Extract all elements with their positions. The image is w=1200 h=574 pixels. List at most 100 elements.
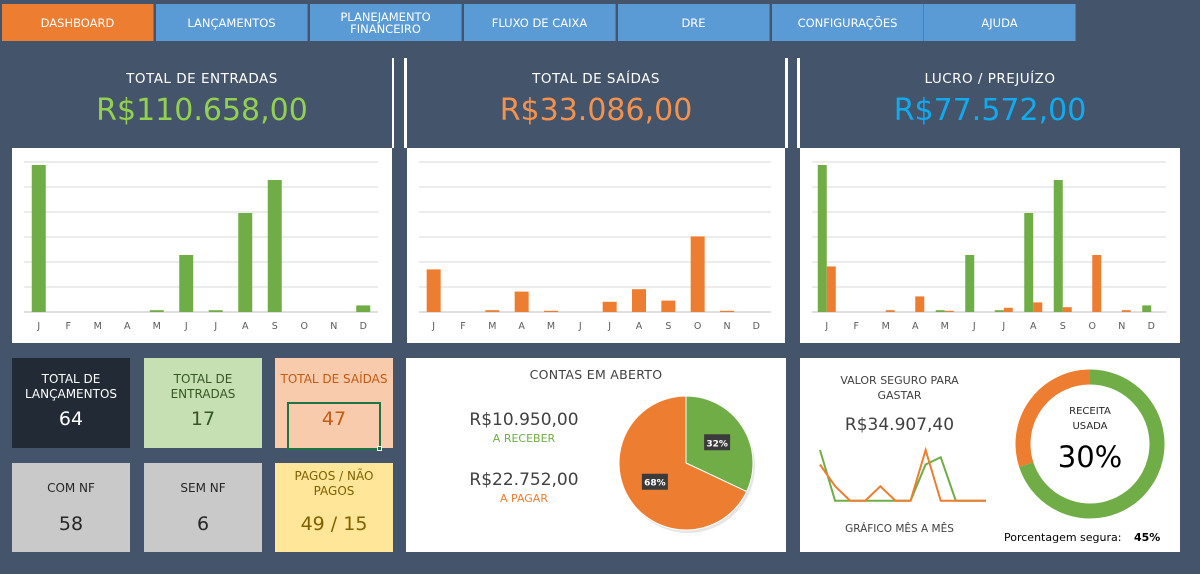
month-tick-label: A	[912, 321, 919, 332]
bar	[1062, 307, 1072, 312]
lucro-panel: LUCRO / PREJUÍZO R$77.572,00	[800, 58, 1180, 148]
bar	[915, 296, 925, 312]
kpi-title: SEM NF	[180, 481, 226, 495]
month-tick-label: J	[184, 321, 188, 332]
tab-ajuda[interactable]: AJUDA	[924, 4, 1076, 41]
bar	[1092, 255, 1102, 312]
bar	[720, 310, 734, 312]
bar	[514, 291, 529, 312]
month-tick-label: J	[1001, 321, 1005, 332]
bar	[944, 310, 954, 312]
month-tick-label: M	[882, 321, 890, 332]
pie-data-label: 68%	[644, 479, 666, 489]
line-series	[819, 446, 986, 502]
bar	[935, 310, 945, 312]
selected-cell-handle[interactable]	[377, 446, 382, 451]
month-tick-label: N	[1118, 321, 1125, 332]
month-tick-label: O	[301, 321, 308, 332]
kpi-value: 17	[190, 408, 216, 430]
kpi-sem-nf: SEM NF 6	[144, 463, 262, 552]
month-tick-label: J	[213, 321, 217, 332]
bar	[690, 236, 705, 312]
tab-lancamentos[interactable]: LANÇAMENTOS	[156, 4, 308, 41]
bar	[817, 165, 827, 312]
month-tick-label: M	[153, 321, 161, 332]
bar	[1121, 310, 1131, 312]
month-tick-label: O	[1089, 321, 1096, 332]
saidas-value: R$33.086,00	[499, 93, 693, 128]
tab-configuracoes[interactable]: CONFIGURAÇÕES	[772, 4, 924, 41]
tab-dashboard[interactable]: DASHBOARD	[2, 4, 154, 41]
month-tick-label: M	[547, 321, 555, 332]
kpi-com-nf: COM NF 58	[12, 463, 130, 552]
month-tick-label: N	[723, 321, 730, 332]
month-tick-label: F	[854, 321, 859, 332]
tab-planejamento-financeiro[interactable]: PLANEJAMENTO FINANCEIRO	[310, 4, 462, 41]
month-tick-label: A	[124, 321, 131, 332]
month-tick-label: D	[753, 321, 760, 332]
kpi-value: 64	[58, 408, 84, 430]
month-tick-label: J	[824, 321, 828, 332]
entradas-chart: JFMAMJJASOND	[12, 148, 392, 343]
month-tick-label: J	[431, 321, 435, 332]
month-tick-label: J	[972, 321, 976, 332]
month-tick-label: D	[360, 321, 367, 332]
saidas-chart: JFMAMJJASOND	[407, 148, 785, 343]
saidas-title: TOTAL DE SAÍDAS	[532, 71, 660, 87]
month-tick-label: O	[694, 321, 701, 332]
month-tick-label: A	[636, 321, 643, 332]
bar	[426, 269, 441, 312]
bar	[149, 310, 164, 312]
month-tick-label: A	[1030, 321, 1037, 332]
bar	[1053, 180, 1063, 312]
bar	[1033, 302, 1043, 312]
bar	[632, 289, 646, 312]
bar	[1003, 307, 1013, 312]
kpi-total-lancamentos: TOTAL DE LANÇAMENTOS 64	[12, 358, 130, 448]
bar	[965, 255, 975, 312]
line-series	[819, 449, 986, 502]
porcentagem-label: Porcentagem segura:	[1004, 531, 1122, 544]
kpi-title: TOTAL DE SAÍDAS	[280, 372, 388, 386]
month-tick-label: S	[1060, 321, 1066, 332]
bar	[602, 301, 617, 312]
entradas-value: R$110.658,00	[96, 93, 308, 128]
panel-divider	[785, 58, 788, 148]
month-tick-label: M	[94, 321, 102, 332]
lucro-title: LUCRO / PREJUÍZO	[924, 71, 1056, 87]
contas-pie-chart: 32% 68%	[618, 395, 755, 533]
kpi-title: TOTAL DE LANÇAMENTOS	[24, 372, 118, 401]
kpi-total-entradas: TOTAL DE ENTRADAS 17	[144, 358, 262, 448]
donut-title: RECEITA USADA	[1069, 406, 1111, 432]
month-tick-label: F	[66, 321, 71, 332]
nav-tabs: DASHBOARD LANÇAMENTOS PLANEJAMENTO FINAN…	[0, 0, 1200, 44]
bar	[1024, 213, 1034, 312]
bar	[208, 310, 223, 312]
saidas-panel: TOTAL DE SAÍDAS R$33.086,00	[407, 58, 785, 148]
month-tick-label: A	[242, 321, 249, 332]
donut-value: 30%	[1057, 440, 1123, 474]
kpi-title: PAGOS / NÃO PAGOS	[294, 469, 374, 498]
kpi-title: COM NF	[47, 481, 95, 495]
bar	[267, 180, 282, 312]
kpi-title: TOTAL DE ENTRADAS	[170, 372, 236, 401]
month-tick-label: S	[665, 321, 671, 332]
month-tick-label: A	[518, 321, 525, 332]
month-tick-label: M	[941, 321, 949, 332]
bar	[485, 310, 500, 312]
tab-fluxo-de-caixa[interactable]: FLUXO DE CAIXA	[464, 4, 616, 41]
entradas-panel: TOTAL DE ENTRADAS R$110.658,00	[12, 58, 392, 148]
bar	[661, 300, 676, 312]
bar	[238, 213, 253, 312]
tab-dre[interactable]: DRE	[618, 4, 770, 41]
kpi-value: 58	[58, 513, 84, 535]
contas-panel: CONTAS EM ABERTO R$10.950,00 A RECEBER R…	[406, 358, 786, 552]
month-tick-label: J	[36, 321, 40, 332]
seguro-title: VALOR SEGURO PARA GASTAR	[840, 374, 959, 402]
line-chart-label: GRÁFICO MÊS A MÊS	[845, 523, 954, 535]
bar	[356, 305, 371, 312]
mes-a-mes-line-chart	[819, 446, 986, 502]
month-tick-label: M	[488, 321, 496, 332]
month-tick-label: J	[607, 321, 611, 332]
kpi-value: 49 / 15	[300, 513, 368, 535]
